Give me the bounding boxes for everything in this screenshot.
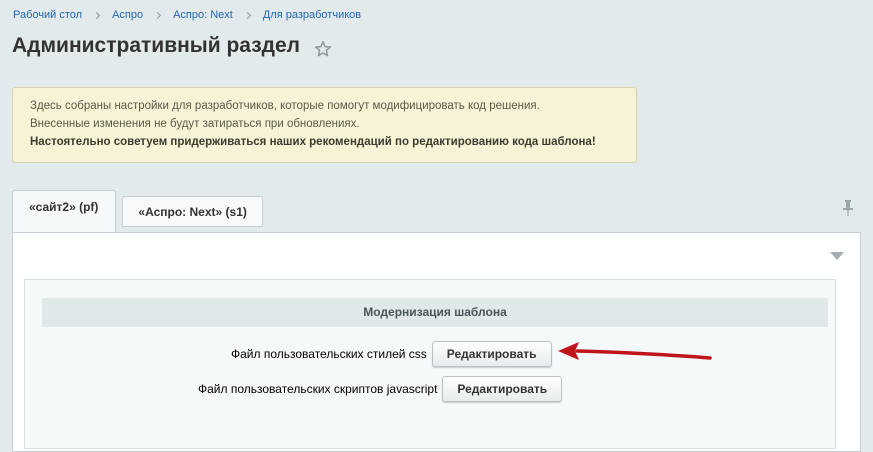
breadcrumb-item-aspro-next[interactable]: Аспро: Next <box>173 9 233 21</box>
css-row: Файл пользовательских стилей css Редакти… <box>231 341 552 367</box>
breadcrumb-separator-icon <box>243 11 251 19</box>
breadcrumb-separator-icon <box>93 11 101 19</box>
collapse-triangle-icon[interactable] <box>830 252 844 260</box>
breadcrumb-item-developers[interactable]: Для разработчиков <box>263 9 361 21</box>
breadcrumb-item-aspro[interactable]: Аспро <box>112 9 143 21</box>
notice-line-2: Внесенные изменения не будут затираться … <box>30 118 360 130</box>
tab-site2[interactable]: «сайт2» (pf) <box>12 190 117 233</box>
page-title: Административный раздел <box>12 34 301 57</box>
pin-icon[interactable] <box>842 200 854 216</box>
notice-line-1: Здесь собраны настройки для разработчико… <box>30 100 540 112</box>
section-title: Модернизация шаблона <box>42 298 828 327</box>
js-file-label: Файл пользовательских скриптов javascrip… <box>198 382 438 396</box>
info-notice: Здесь собраны настройки для разработчико… <box>12 87 637 163</box>
tab-aspro-next[interactable]: «Аспро: Next» (s1) <box>122 196 263 227</box>
breadcrumb-item-desktop[interactable]: Рабочий стол <box>13 9 82 21</box>
edit-js-button[interactable]: Редактировать <box>442 376 563 402</box>
breadcrumb-separator-icon <box>154 11 162 19</box>
breadcrumb: Рабочий стол Аспро Аспро: Next Для разра… <box>13 9 361 21</box>
edit-css-button[interactable]: Редактировать <box>431 341 552 367</box>
js-row: Файл пользовательских скриптов javascrip… <box>198 376 563 402</box>
site-tabs: «сайт2» (pf) «Аспро: Next» (s1) <box>12 190 263 233</box>
css-file-label: Файл пользовательских стилей css <box>231 347 427 361</box>
title-row: Административный раздел <box>12 34 332 58</box>
star-favorite-icon[interactable] <box>314 40 332 58</box>
red-annotation-arrow-icon <box>558 342 712 360</box>
notice-line-3: Настоятельно советуем придерживаться наш… <box>30 136 596 148</box>
